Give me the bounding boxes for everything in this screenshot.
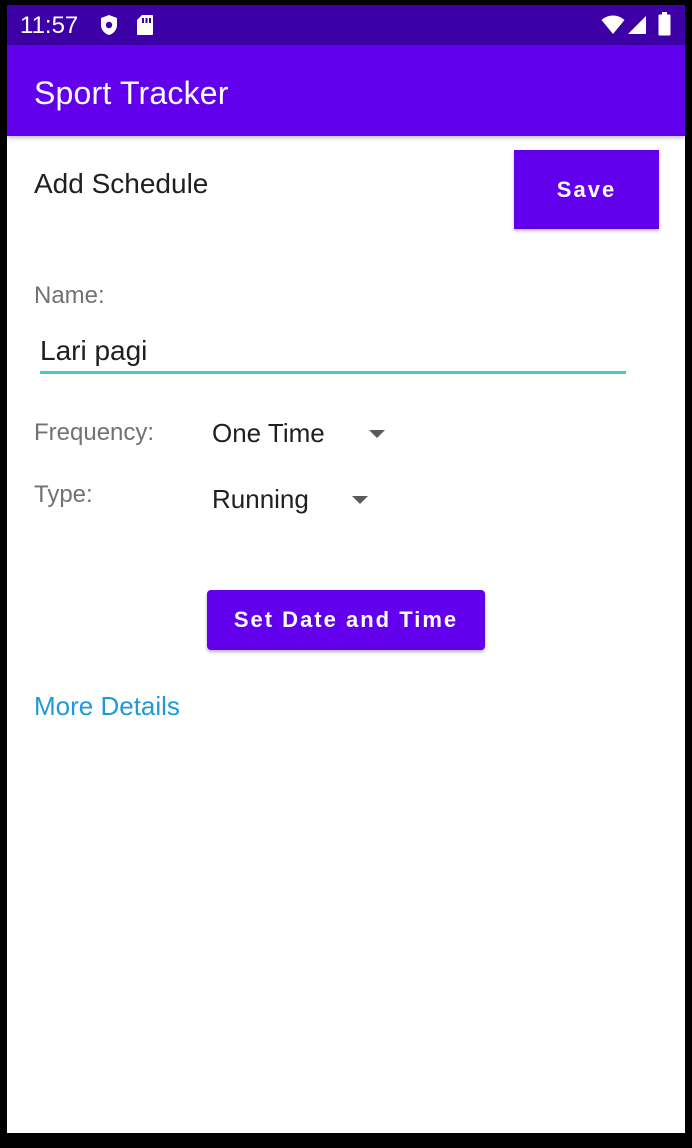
type-dropdown[interactable]: Running [212,479,377,519]
frequency-value: One Time [212,418,325,448]
name-label: Name: [34,282,105,309]
status-bar: 11:57 [7,5,685,45]
type-label: Type: [34,481,93,508]
app-bar: Sport Tracker [7,45,685,136]
frequency-dropdown[interactable]: One Time [212,413,392,453]
chevron-down-icon [352,496,368,504]
app-title: Sport Tracker [34,75,229,111]
save-button[interactable]: Save [514,150,659,229]
shield-icon [101,15,117,35]
name-input[interactable] [40,331,626,374]
type-value: Running [212,484,309,514]
frequency-label: Frequency: [34,419,155,446]
set-date-time-button[interactable]: Set Date and Time [207,590,485,650]
battery-icon [658,12,671,36]
wifi-icon [601,15,625,34]
page-title: Add Schedule [34,168,209,199]
chevron-down-icon [369,430,385,438]
signal-icon [628,16,646,34]
more-details-link[interactable]: More Details [34,690,180,722]
sd-card-icon [137,15,153,35]
status-time: 11:57 [20,12,79,39]
phone-screen: 11:57 Sport Tracker Add Schedule Save Na… [7,5,685,1133]
